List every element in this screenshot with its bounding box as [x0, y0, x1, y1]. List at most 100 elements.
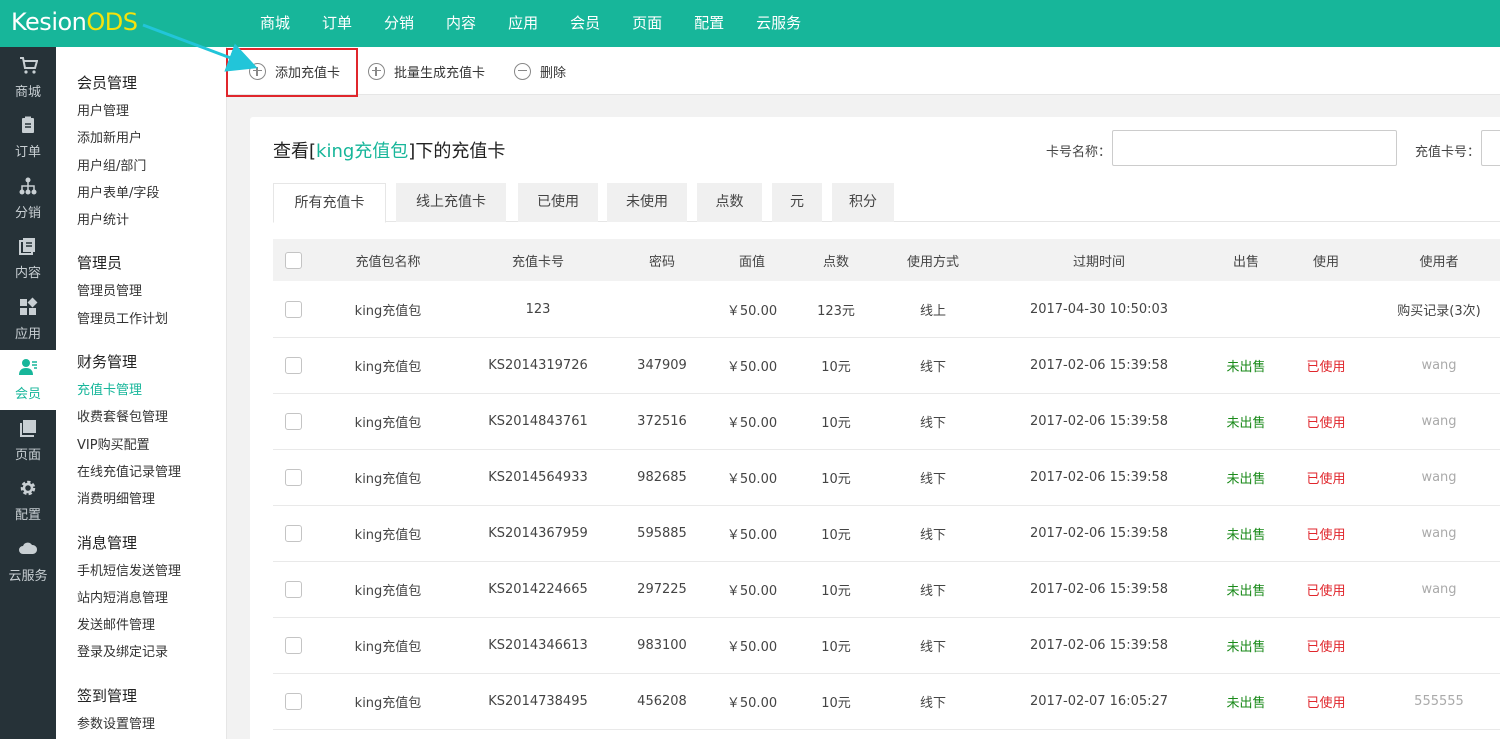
menu-link[interactable]: 用户组/部门 [77, 153, 226, 180]
rail-item-label: 配置 [14, 508, 41, 524]
row-checkbox[interactable] [284, 301, 302, 318]
rail-item-label: 会员 [14, 387, 41, 403]
row-checkbox[interactable] [284, 357, 302, 374]
row-checkbox[interactable] [284, 693, 302, 710]
pages-icon [18, 418, 38, 444]
table-cell: 已使用 [1306, 696, 1346, 711]
top-nav-item[interactable]: 云服务 [740, 0, 817, 47]
top-nav-item[interactable]: 应用 [492, 0, 554, 47]
tab-item[interactable]: 线上充值卡 [396, 183, 506, 222]
menu-link[interactable]: 消费明细管理 [77, 486, 226, 513]
menu-link[interactable]: 充值卡管理 [77, 377, 226, 404]
table-cell: KS2014346613 [488, 638, 588, 653]
row-select-cell [283, 338, 303, 393]
table-row: king充值包 123 ￥50.00 123元 线上 2017-04-30 10:50:0… [273, 282, 1500, 338]
top-nav-item[interactable]: 分销 [368, 0, 430, 47]
purchase-record-link[interactable]: 购买记录(3次) [1379, 282, 1499, 337]
table-cell: king充值包 [354, 472, 422, 487]
apps-icon [18, 297, 38, 323]
table-cell: 线下 [919, 360, 946, 375]
menu-link[interactable]: 用户表单/字段 [77, 180, 226, 207]
menu-link[interactable]: 在线充值记录管理 [77, 459, 226, 486]
rail-item[interactable]: 页面 [0, 410, 56, 471]
menu-link[interactable]: 添加新用户 [77, 125, 226, 152]
tab-item[interactable]: 已使用 [518, 183, 598, 222]
table-cell: 线上 [919, 304, 946, 319]
card-name-input[interactable] [1112, 130, 1397, 166]
delete-button[interactable]: 删除 [514, 47, 566, 95]
menu-link[interactable]: 发送邮件管理 [77, 612, 226, 639]
column-header: 充值包名称 [355, 254, 421, 270]
menu-link[interactable]: 登录及绑定记录 [77, 639, 226, 666]
top-bar: KesionODS 商城 订单 分销 内容 应用 会员 页面 配置 云服务 [0, 0, 1500, 47]
tab-bar: 所有充值卡 线上充值卡 已使用 未使用 点数元积分 [273, 183, 1500, 223]
table-cell: 2017-02-06 15:39:58 [1029, 638, 1169, 653]
rail-item-label: 分销 [14, 205, 41, 221]
top-nav-item[interactable]: 内容 [430, 0, 492, 47]
row-checkbox[interactable] [284, 525, 302, 542]
menu-link[interactable]: 用户统计 [77, 207, 226, 234]
top-nav-item[interactable]: 页面 [616, 0, 678, 47]
rail-item[interactable]: 会员 [0, 349, 56, 410]
table-cell: 已使用 [1306, 416, 1346, 431]
menu-link[interactable]: VIP购买配置 [77, 432, 226, 459]
table-cell: king充值包 [354, 528, 422, 543]
table-cell: 线下 [919, 472, 946, 487]
tab-item[interactable]: 所有充值卡 [273, 183, 386, 223]
menu-link[interactable]: 用户管理 [77, 98, 226, 125]
gear-icon [18, 478, 38, 504]
logo-suffix: ODS [86, 8, 138, 36]
table-cell: 已使用 [1306, 528, 1346, 543]
table-cell: king充值包 [354, 416, 422, 431]
row-checkbox[interactable] [284, 637, 302, 654]
table-cell: 已使用 [1306, 640, 1346, 655]
table-header: 充值包名称 充值卡号 密码 面值 点数 使用方式 过期时间 出售 使用 使用者 [273, 239, 1500, 281]
table-cell: 2017-02-06 15:39:58 [1029, 582, 1169, 597]
rail-item[interactable]: 配置 [0, 471, 56, 532]
tab-item[interactable]: 积分 [832, 183, 894, 222]
icon-rail: 商城 订单分销内容 应用会员页面配置云服务 [0, 47, 56, 739]
table-row: king充值包 KS2014564933 982685 ￥50.00 10元 线下 2017… [273, 450, 1500, 506]
menu-link[interactable]: 管理员管理 [77, 278, 226, 305]
row-checkbox[interactable] [284, 581, 302, 598]
table-cell: 已使用 [1306, 584, 1346, 599]
menu-link[interactable]: 手机短信发送管理 [77, 558, 226, 585]
menu-link[interactable]: 收费套餐包管理 [77, 404, 226, 431]
row-select-cell [283, 618, 303, 673]
top-nav-item[interactable]: 商城 [244, 0, 306, 47]
top-nav-item[interactable]: 会员 [554, 0, 616, 47]
row-checkbox[interactable] [284, 469, 302, 486]
row-select-cell [283, 562, 303, 617]
select-all-checkbox[interactable] [284, 251, 302, 269]
menu-link[interactable]: 管理员工作计划 [77, 306, 226, 333]
content-panel: 查看[king充值包]下的充值卡 卡号名称： 充值卡号： 所有充值卡 线上充值卡已… [250, 117, 1500, 739]
tab-item[interactable]: 未使用 [607, 183, 687, 222]
table-row: king充值包 KS2014738495 456208 ￥50.00 10元 线下 2017… [273, 674, 1500, 730]
rail-item[interactable]: 应用 [0, 289, 56, 350]
card-number-input[interactable] [1481, 130, 1500, 166]
add-card-button[interactable]: 添加充值卡 [249, 47, 340, 95]
plus-circle-icon [368, 62, 385, 80]
rail-item[interactable]: 云服务 [0, 531, 56, 592]
column-header: 使用者 [1419, 254, 1459, 270]
top-nav-item[interactable]: 订单 [306, 0, 368, 47]
column-header: 过期时间 [1072, 254, 1125, 270]
row-checkbox[interactable] [284, 413, 302, 430]
menu-link[interactable]: 参数设置管理 [77, 711, 226, 738]
table-cell: wang [1421, 526, 1457, 541]
table-cell: KS2014319726 [488, 358, 588, 373]
rail-item[interactable]: 内容 [0, 229, 56, 290]
rail-item[interactable]: 分销 [0, 168, 56, 229]
menu-group-title: 会员管理 [77, 74, 138, 92]
rail-item[interactable]: 商城 [0, 47, 56, 108]
tab-item[interactable]: 元 [772, 183, 822, 222]
rail-item[interactable]: 订单 [0, 108, 56, 169]
table-cell: 线下 [919, 696, 946, 711]
batch-generate-button[interactable]: 批量生成充值卡 [368, 47, 485, 95]
tab-item[interactable]: 点数 [697, 183, 762, 222]
top-nav-item[interactable]: 配置 [678, 0, 740, 47]
table-cell: 2017-02-07 16:05:27 [1029, 694, 1169, 709]
menu-link[interactable]: 站内短消息管理 [77, 585, 226, 612]
row-select-cell [283, 282, 303, 337]
network-icon [18, 176, 38, 202]
